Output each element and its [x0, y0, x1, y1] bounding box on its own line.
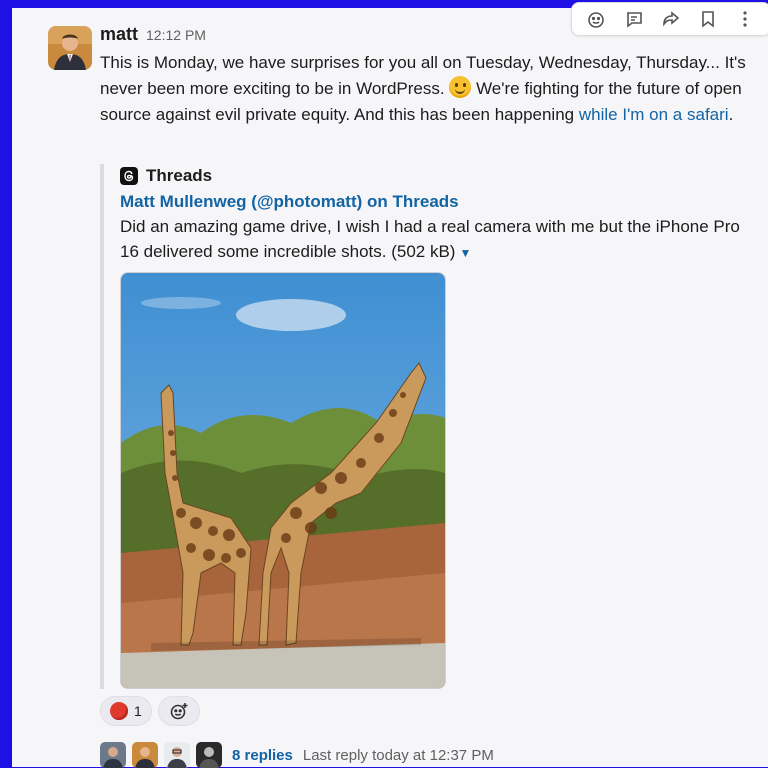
- replier-avatar: [196, 742, 222, 768]
- safari-link[interactable]: while I'm on a safari: [579, 105, 729, 124]
- message-text-end: .: [728, 105, 734, 124]
- unfurl-description: Did an amazing game drive, I wish I had …: [120, 214, 740, 266]
- unfurl-source-name: Threads: [146, 166, 213, 185]
- unfurl-description-text: Did an amazing game drive, I wish I had …: [120, 217, 740, 261]
- collapse-caret-icon[interactable]: ▼: [459, 246, 471, 260]
- message-timestamp[interactable]: 12:12 PM: [146, 27, 206, 43]
- author-avatar[interactable]: [48, 26, 92, 70]
- message-pane: matt 12:12 PM This is Monday, we have su…: [9, 2, 768, 768]
- threads-logo-icon: [120, 167, 138, 185]
- slightly-smiling-face-icon: [449, 76, 472, 98]
- message-body: This is Monday, we have surprises for yo…: [100, 50, 768, 128]
- last-reply-time: Last reply today at 12:37 PM: [302, 746, 494, 764]
- unfurl-title-link[interactable]: Matt Mullenweg (@photomatt) on Threads: [120, 190, 740, 214]
- link-unfurl: Threads Matt Mullenweg (@photomatt) on T…: [100, 164, 740, 689]
- reaction-count: 1: [134, 703, 142, 719]
- message: matt 12:12 PM This is Monday, we have su…: [100, 24, 768, 768]
- replier-avatar: [132, 742, 158, 768]
- reactions-bar: 1: [100, 696, 200, 726]
- reaction-red-circle[interactable]: 1: [100, 696, 152, 726]
- author-name[interactable]: matt: [100, 24, 138, 45]
- replier-avatar: [100, 742, 126, 768]
- replier-avatar: [164, 742, 190, 768]
- add-emoji-icon: [170, 703, 188, 720]
- giraffe-photo[interactable]: [120, 272, 446, 689]
- replies-count-link[interactable]: 8 replies: [232, 747, 293, 764]
- thread-summary[interactable]: 8 replies Last reply today at 12:37 PM: [100, 742, 494, 768]
- red-circle-icon: [110, 702, 128, 720]
- unfurl-source: Threads: [120, 164, 740, 188]
- add-reaction-button[interactable]: [157, 696, 200, 726]
